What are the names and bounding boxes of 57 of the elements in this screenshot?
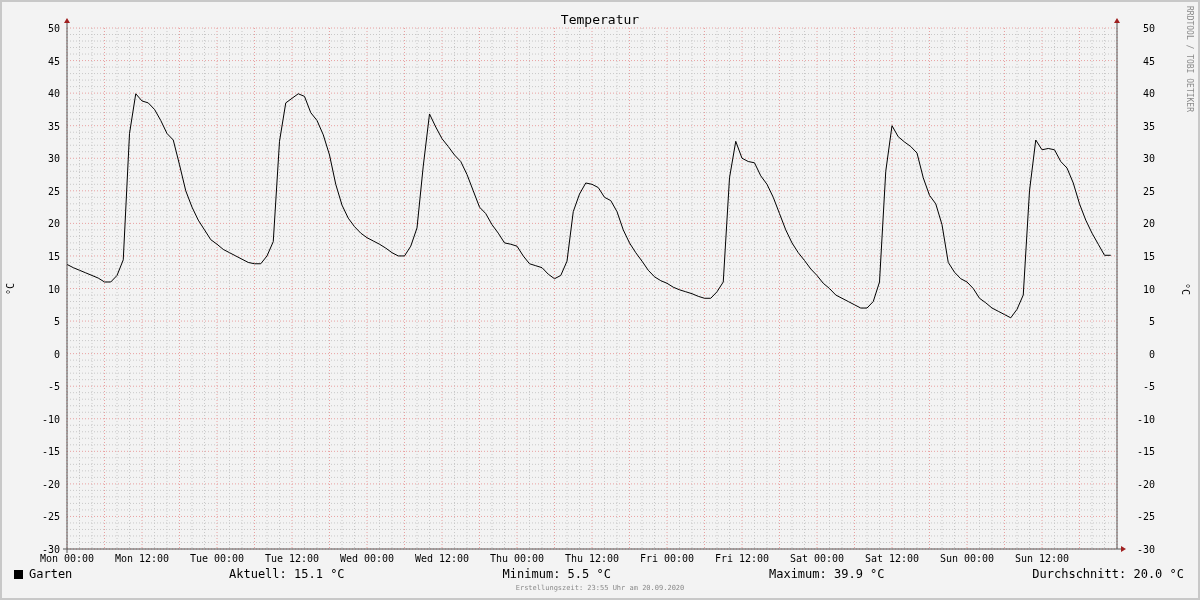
y-tick-label: 5 (53, 316, 60, 328)
y-tick-label: 45 (47, 55, 60, 67)
y-tick-label: 35 (1142, 120, 1155, 132)
y-tick-label: -20 (1136, 478, 1155, 490)
y-tick-label: 10 (1142, 283, 1155, 295)
y-tick-label: 20 (47, 218, 60, 230)
y-tick-label: 25 (47, 185, 60, 197)
y-tick-label: -10 (41, 413, 60, 425)
y-tick-label: 15 (1142, 250, 1155, 262)
y-tick-label: -30 (1136, 544, 1155, 555)
y-tick-label: -15 (41, 446, 60, 458)
x-tick-label: Tue 12:00 (264, 553, 320, 564)
y-tick-label: 50 (1142, 23, 1155, 34)
y-tick-label: -20 (41, 478, 60, 490)
y-tick-label: -15 (1136, 446, 1155, 458)
x-tick-label: Fri 00:00 (639, 553, 695, 564)
x-tick-label: Sun 00:00 (939, 553, 995, 564)
legend-label: Garten (29, 567, 74, 581)
y-tick-label: -10 (1136, 413, 1155, 425)
x-tick-label: Mon 00:00 (39, 553, 95, 564)
x-tick-label: Wed 12:00 (414, 553, 470, 564)
y-tick-label: 0 (53, 348, 60, 360)
x-tick-label: Mon 12:00 (114, 553, 170, 564)
y-tick-label: 40 (47, 88, 60, 100)
y-tick-label: 0 (1148, 348, 1155, 360)
y-tick-label: 50 (47, 23, 60, 34)
stat-text: Durchschnitt: 20.0 °C (1032, 567, 1184, 581)
y-tick-label: 5 (1148, 316, 1155, 328)
y-axis-label: °C (1180, 283, 1191, 295)
x-tick-label: Wed 00:00 (339, 553, 395, 564)
y-tick-label: -5 (47, 381, 60, 393)
y-tick-label: 45 (1142, 55, 1155, 67)
y-tick-label: 40 (1142, 88, 1155, 100)
y-tick-label: 35 (47, 120, 60, 132)
stat-text: Aktuell: 15.1 °C (229, 567, 345, 581)
y-tick-label: 30 (47, 153, 60, 165)
x-tick-label: Thu 12:00 (564, 553, 620, 564)
y-tick-label: -25 (1136, 511, 1155, 523)
credit-text: RRDTOOL / TOBI OETIKER (1185, 6, 1194, 112)
stat-text: Maximum: 39.9 °C (768, 567, 885, 581)
y-tick-label: -25 (41, 511, 60, 523)
y-tick-label: -30 (41, 544, 60, 555)
stat-text: Minimum: 5.5 °C (502, 567, 611, 581)
x-tick-label: Sun 12:00 (1014, 553, 1070, 564)
y-tick-label: 15 (47, 250, 60, 262)
x-tick-label: Tue 00:00 (189, 553, 245, 564)
y-tick-label: 30 (1142, 153, 1155, 165)
chart-title: Temperatur (560, 12, 640, 27)
y-tick-label: 20 (1142, 218, 1155, 230)
x-tick-label: Thu 00:00 (489, 553, 545, 564)
y-tick-label: 10 (47, 283, 60, 295)
y-axis-label: °C (5, 283, 16, 295)
y-tick-label: -5 (1142, 381, 1155, 393)
x-tick-label: Sat 12:00 (864, 553, 920, 564)
y-tick-label: 25 (1142, 185, 1155, 197)
x-tick-label: Sat 00:00 (789, 553, 845, 564)
x-tick-label: Fri 12:00 (714, 553, 770, 564)
